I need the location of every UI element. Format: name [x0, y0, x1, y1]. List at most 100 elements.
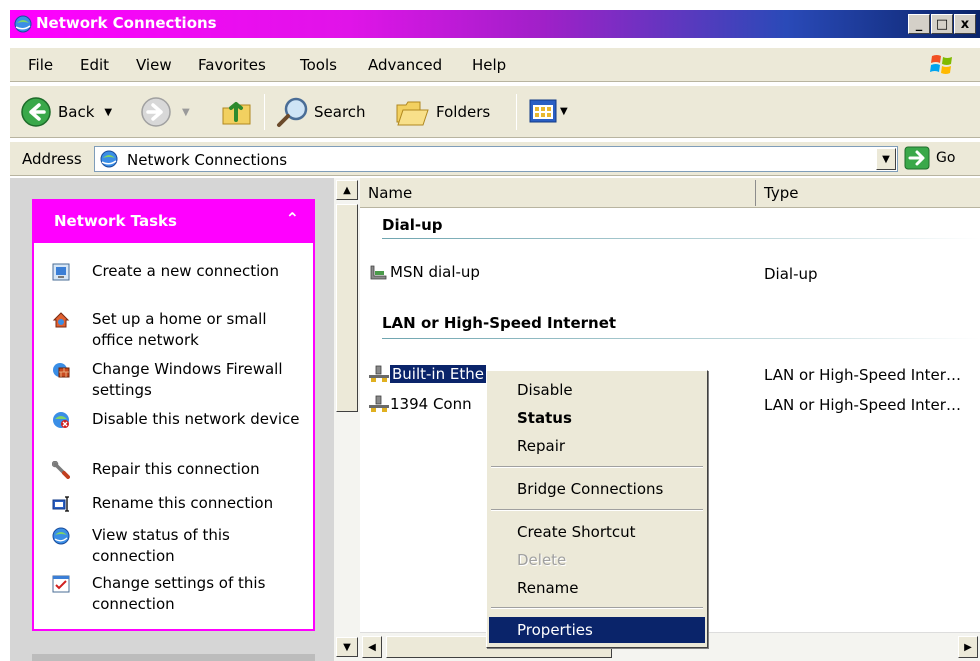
network-tasks-title: Network Tasks — [54, 212, 177, 230]
task-label: Rename this connection — [92, 494, 274, 512]
status-icon — [52, 527, 70, 545]
back-button[interactable]: Back ▼ — [20, 96, 112, 128]
menu-item-status[interactable]: Status — [489, 405, 705, 431]
address-value: Network Connections — [127, 151, 288, 169]
menu-item-properties[interactable]: Properties — [489, 617, 705, 643]
close-button[interactable]: x — [954, 14, 976, 34]
connection-type: Dial-up — [764, 265, 818, 283]
firewall-icon — [53, 363, 70, 378]
task-home-network[interactable]: Set up a home or small office network — [52, 309, 307, 351]
task-view-status[interactable]: View status of this connection — [52, 525, 307, 567]
go-arrow-icon — [904, 146, 930, 170]
connection-name: 1394 Conn — [390, 395, 472, 413]
address-dropdown-icon[interactable]: ▼ — [876, 148, 896, 170]
windows-flag-icon — [930, 55, 952, 74]
lan-connection-icon — [369, 365, 389, 382]
connection-row-msn-dial-up[interactable]: MSN dial-up — [368, 262, 480, 282]
menu-file[interactable]: File — [28, 56, 53, 74]
forward-dropdown-icon[interactable]: ▼ — [182, 107, 190, 118]
group-dial-up: Dial-up — [382, 216, 443, 234]
back-dropdown-icon[interactable]: ▼ — [104, 107, 112, 118]
address-label: Address — [22, 150, 82, 168]
connection-name: MSN dial-up — [390, 263, 480, 281]
connection-name: Built-in Ethe — [390, 365, 486, 383]
forward-button[interactable]: ▼ — [140, 96, 190, 128]
column-type[interactable]: Type — [764, 184, 798, 202]
scroll-right-icon[interactable]: ▶ — [958, 636, 978, 658]
task-rename-connection[interactable]: Rename this connection — [52, 493, 307, 514]
menu-item-rename[interactable]: Rename — [489, 575, 705, 601]
task-firewall-settings[interactable]: Change Windows Firewall settings — [52, 359, 307, 401]
rename-icon — [52, 496, 69, 512]
window-title: Network Connections — [36, 14, 217, 32]
network-connections-icon — [100, 150, 118, 168]
forward-arrow-icon — [141, 97, 171, 127]
task-disable-device[interactable]: Disable this network device — [52, 409, 307, 430]
collapse-chevron-icon[interactable]: ⌃ — [286, 209, 299, 228]
up-folder-button[interactable] — [220, 94, 254, 128]
connection-row-1394[interactable]: 1394 Conn — [368, 394, 472, 414]
folders-icon — [396, 101, 429, 126]
back-label: Back — [58, 103, 95, 121]
task-label: Create a new connection — [92, 262, 279, 280]
minimize-button[interactable]: _ — [908, 14, 930, 34]
task-label: Disable this network device — [92, 410, 300, 428]
settings-icon — [52, 575, 70, 593]
toolbar: Back ▼ ▼ Search Folders ▼ — [10, 86, 980, 138]
scroll-left-icon[interactable]: ◀ — [362, 636, 382, 658]
lan-connection-icon — [369, 395, 389, 412]
home-network-icon — [52, 312, 70, 328]
task-repair-connection[interactable]: Repair this connection — [52, 459, 307, 480]
network-connections-icon — [14, 15, 32, 33]
task-create-connection[interactable]: Create a new connection — [52, 261, 307, 282]
network-tasks-panel: Network Tasks ⌃ Create a new connection … — [32, 199, 315, 631]
column-name[interactable]: Name — [368, 184, 412, 202]
views-button[interactable]: ▼ — [528, 96, 568, 126]
folders-button[interactable]: Folders — [394, 96, 490, 128]
menu-help[interactable]: Help — [472, 56, 506, 74]
menu-tools[interactable]: Tools — [300, 56, 337, 74]
address-input[interactable]: Network Connections ▼ — [94, 146, 898, 172]
up-folder-icon — [222, 102, 251, 125]
other-places-panel[interactable] — [32, 654, 315, 661]
task-label: Repair this connection — [92, 460, 260, 478]
folders-label: Folders — [436, 103, 491, 121]
back-arrow-icon — [21, 97, 51, 127]
vertical-scrollbar[interactable]: ▲ ▼ — [334, 178, 360, 661]
go-button[interactable]: Go — [904, 146, 955, 170]
column-header: Name Type — [360, 178, 980, 208]
dial-up-icon — [370, 265, 387, 280]
menu-item-delete: Delete — [517, 551, 567, 569]
disable-device-icon — [53, 412, 69, 428]
search-button[interactable]: Search — [276, 96, 366, 128]
task-label: Change Windows Firewall settings — [92, 360, 283, 399]
views-dropdown-icon[interactable]: ▼ — [560, 106, 568, 117]
go-label: Go — [936, 150, 956, 166]
menu-item-bridge-connections[interactable]: Bridge Connections — [489, 476, 705, 502]
task-label: Change settings of this connection — [92, 574, 266, 613]
menu-item-repair[interactable]: Repair — [489, 433, 705, 459]
scroll-down-icon[interactable]: ▼ — [336, 637, 358, 657]
repair-icon — [52, 461, 70, 479]
group-lan: LAN or High-Speed Internet — [382, 314, 617, 332]
menu-bar: File Edit View Favorites Tools Advanced … — [10, 48, 980, 82]
menu-item-create-shortcut[interactable]: Create Shortcut — [489, 519, 705, 545]
menu-favorites[interactable]: Favorites — [198, 56, 266, 74]
scroll-thumb[interactable] — [336, 204, 358, 412]
menu-edit[interactable]: Edit — [80, 56, 109, 74]
maximize-button[interactable]: □ — [931, 14, 953, 34]
menu-item-disable[interactable]: Disable — [489, 377, 705, 403]
views-icon — [529, 99, 557, 123]
title-bar[interactable]: Network Connections _ □ x — [10, 10, 980, 38]
search-label: Search — [314, 103, 366, 121]
connection-row-built-in-ethernet[interactable]: Built-in Ethe — [368, 364, 486, 384]
network-tasks-header[interactable]: Network Tasks ⌃ — [34, 201, 313, 243]
task-change-settings[interactable]: Change settings of this connection — [52, 573, 307, 615]
search-icon — [277, 97, 308, 127]
connection-type: LAN or High-Speed Inter… — [764, 396, 961, 414]
menu-view[interactable]: View — [136, 56, 172, 74]
address-bar: Address Network Connections ▼ Go — [10, 142, 980, 176]
new-connection-icon — [52, 263, 70, 281]
scroll-up-icon[interactable]: ▲ — [336, 180, 358, 200]
menu-advanced[interactable]: Advanced — [368, 56, 442, 74]
